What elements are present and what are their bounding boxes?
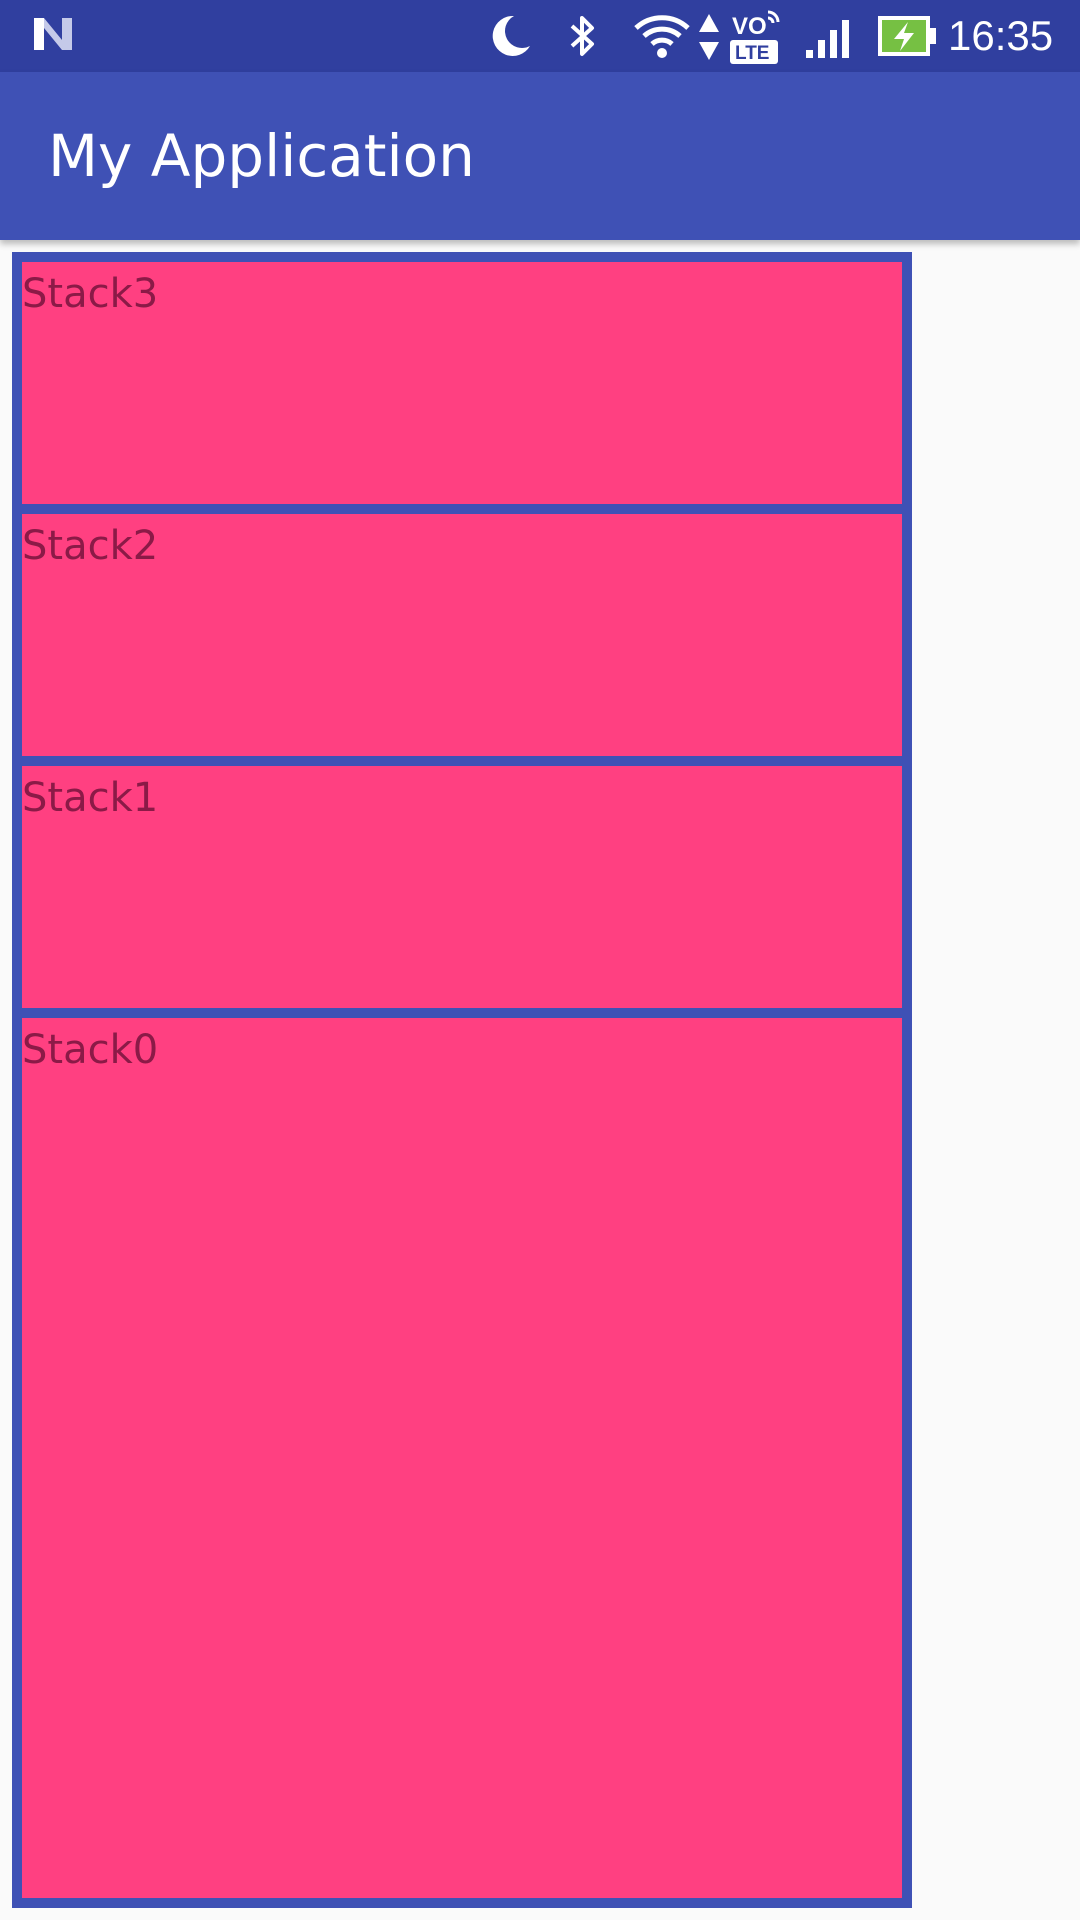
status-clock: 16:35 [948,12,1054,59]
stack-card-1: Stack1 [22,766,902,1008]
battery-charging-icon [876,14,938,63]
volte-icon: VO LTE [728,8,784,71]
signal-icon [804,18,852,63]
volte-bottom-label: LTE [735,43,769,64]
stack-label: Stack0 [22,1027,159,1073]
bluetooth-icon [566,12,600,65]
stack-container: Stack3 Stack2 Stack1 Stack0 [12,252,912,1908]
volte-top-label: VO [732,13,767,40]
stack-label: Stack3 [22,271,159,317]
stack-card-3: Stack3 [22,262,902,504]
n-logo-icon [30,14,76,59]
moon-icon [488,12,534,65]
app-bar: My Application [0,72,1080,240]
data-arrows-icon [697,12,721,67]
stack-label: Stack2 [22,523,159,569]
wifi-icon [632,12,692,65]
stack-label: Stack1 [22,775,159,821]
stack-card-0: Stack0 [22,1018,902,1898]
status-bar: VO LTE 16:35 [0,0,1080,72]
stack-card-2: Stack2 [22,514,902,756]
app-title: My Application [48,122,475,190]
